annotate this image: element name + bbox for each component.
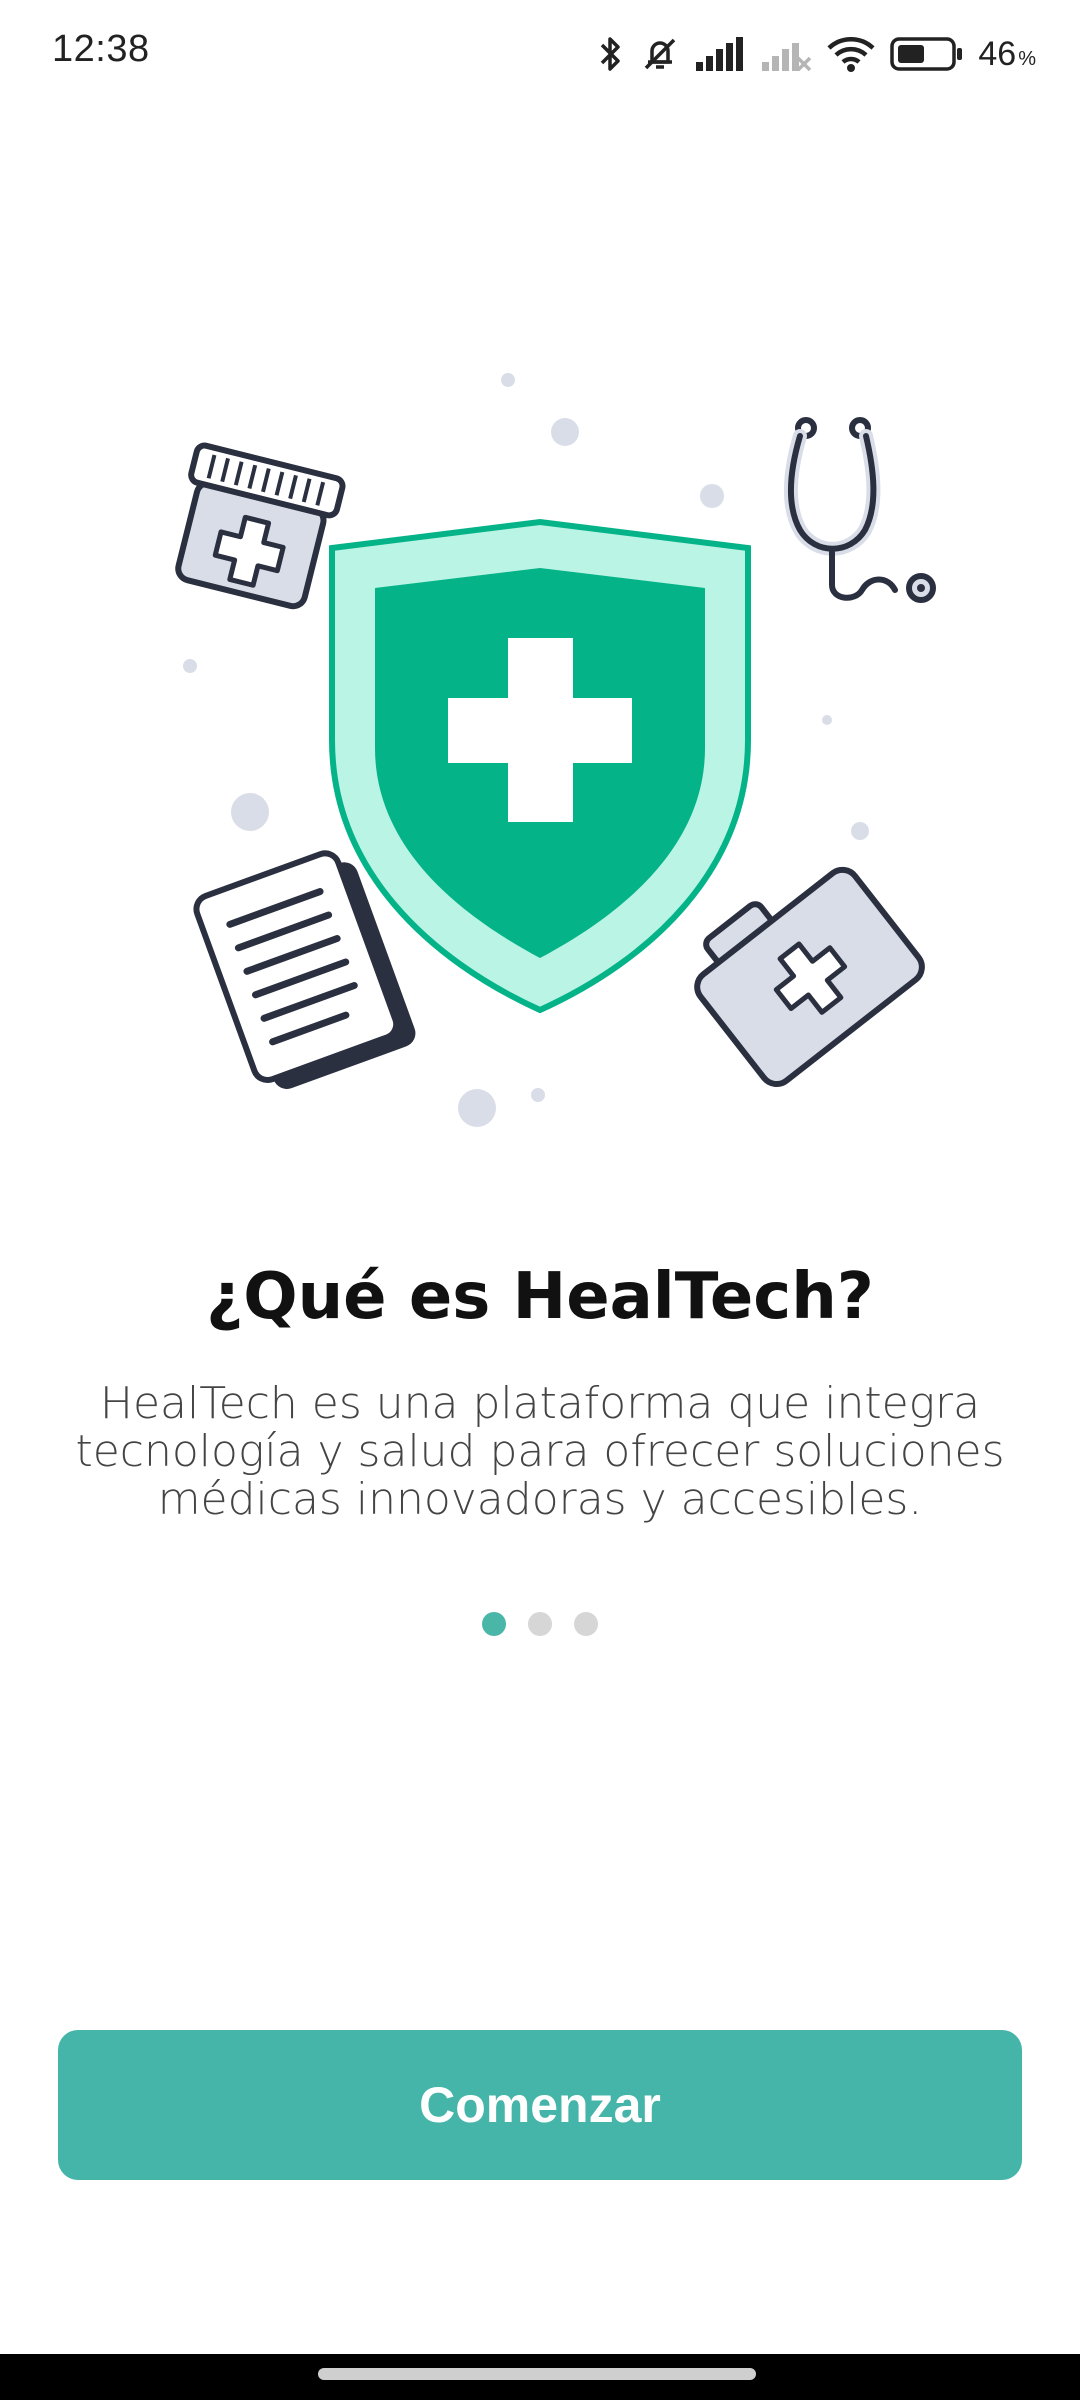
battery-percent-unit: % [1018,47,1036,70]
start-button[interactable]: Comenzar [58,2030,1022,2180]
page-dot-1-active[interactable] [482,1612,506,1636]
onboarding-illustration [175,373,936,1127]
shield-cross-icon [329,518,751,1014]
signal-icon [696,37,744,71]
stethoscope-icon [784,417,936,603]
page-indicator [0,1612,1080,1636]
battery-percentage: 46% [978,35,1036,74]
home-handle[interactable] [318,2368,756,2380]
mute-bell-icon [645,38,676,70]
page-dot-3[interactable] [574,1612,598,1636]
onboarding-description: HealTech es una plataforma que integra t… [75,1378,1005,1525]
battery-percent-value: 46 [978,34,1017,73]
page-dot-2[interactable] [528,1612,552,1636]
bluetooth-icon [601,37,621,71]
navigation-bar [0,2354,1080,2400]
status-bar: 12:38 46 % [0,0,1080,110]
first-aid-kit-icon [694,866,925,1088]
status-icons: 46% [596,26,1036,82]
battery-icon [890,37,963,71]
pill-bottle-icon [175,442,346,610]
onboarding-title: ¿Qué es HealTech? [206,1260,874,1334]
signal-off-icon [762,43,812,72]
status-time: 12:38 [52,28,150,70]
wifi-icon [827,37,875,72]
